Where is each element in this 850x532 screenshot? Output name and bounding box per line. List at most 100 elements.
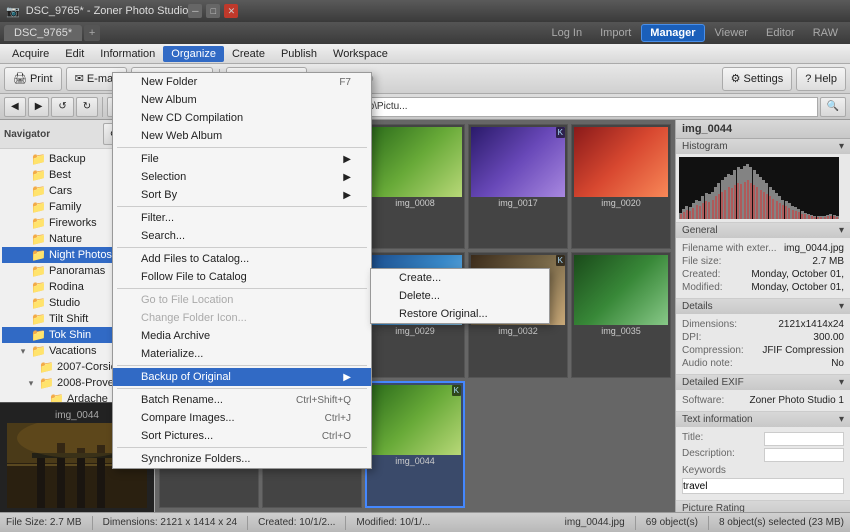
- photo-thumb-img_0017: [471, 127, 565, 197]
- submenu-item-create___[interactable]: Create...: [371, 269, 549, 287]
- context-menu-item-synchronize_folders___[interactable]: Synchronize Folders...: [113, 450, 371, 468]
- histogram-red-bar: [753, 185, 755, 219]
- photo-label-img_0035: img_0035: [574, 325, 668, 337]
- nav-fwd-button[interactable]: ▶: [28, 97, 50, 117]
- textinfo-expand-icon: ▾: [839, 414, 844, 425]
- submenu-arrow-icon: ▶: [343, 190, 351, 201]
- menu-acquire[interactable]: Acquire: [4, 46, 57, 62]
- manager-button[interactable]: Manager: [641, 24, 704, 42]
- keywords-input[interactable]: [682, 478, 844, 494]
- menu-edit[interactable]: Edit: [57, 46, 92, 62]
- raw-button[interactable]: RAW: [805, 25, 846, 41]
- tree-item-label: Cars: [49, 185, 72, 197]
- preview-label: img_0044: [53, 408, 101, 423]
- context-menu-item-new_album[interactable]: New Album: [113, 91, 371, 109]
- histogram-section: Histogram ▾: [676, 139, 850, 223]
- menu-publish[interactable]: Publish: [273, 46, 325, 62]
- histogram-red-bar: [776, 201, 778, 219]
- histogram-red-bar: [744, 182, 746, 219]
- context-menu-item-selection[interactable]: Selection▶: [113, 168, 371, 186]
- context-menu-item-sort_by[interactable]: Sort By▶: [113, 186, 371, 204]
- context-menu-item-sort_pictures___[interactable]: Sort Pictures...Ctrl+O: [113, 427, 371, 445]
- photo-cell-img_0035[interactable]: img_0035: [571, 252, 671, 377]
- context-menu-item-file[interactable]: File▶: [113, 150, 371, 168]
- context-menu-item-materialize___[interactable]: Materialize...: [113, 345, 371, 363]
- viewer-button[interactable]: Viewer: [707, 25, 756, 41]
- photo-thumb-img_0035: [574, 255, 668, 325]
- histogram-red-bar: [785, 206, 787, 219]
- folder-icon: 📁: [31, 216, 46, 230]
- help-button[interactable]: ? Help: [796, 67, 846, 91]
- context-menu-separator: [117, 147, 367, 148]
- histogram-expand-icon: ▾: [839, 141, 844, 152]
- histogram-red-bar: [692, 208, 694, 219]
- rotate-ccw-button[interactable]: ↺: [51, 97, 73, 117]
- title-input[interactable]: [764, 432, 844, 446]
- photo-cell-img_0017[interactable]: Kimg_0017: [468, 124, 568, 249]
- submenu: Create... Delete...Restore Original...: [370, 268, 550, 324]
- menu-information[interactable]: Information: [92, 46, 163, 62]
- submenu-item-restore_original___[interactable]: Restore Original...: [371, 305, 549, 323]
- photo-cell-img_0008[interactable]: img_0008: [365, 124, 465, 249]
- context-menu-item-label: Search...: [141, 230, 185, 242]
- histogram-header[interactable]: Histogram ▾: [676, 139, 850, 154]
- status-selected: 8 object(s) selected (23 MB): [719, 517, 844, 528]
- statusbar: File Size: 2.7 MB Dimensions: 2121 x 141…: [0, 512, 850, 532]
- textinfo-header[interactable]: Text information ▾: [676, 412, 850, 427]
- settings-button[interactable]: ⚙ Settings: [722, 67, 793, 91]
- new-tab-button[interactable]: +: [84, 25, 100, 41]
- description-input[interactable]: [764, 448, 844, 462]
- context-menu-item-batch_rename___[interactable]: Batch Rename...Ctrl+Shift+Q: [113, 391, 371, 409]
- menu-organize[interactable]: Organize: [163, 46, 224, 62]
- histogram-red-bar: [699, 206, 701, 219]
- histogram-red-bar: [686, 210, 688, 219]
- maximize-button[interactable]: □: [206, 4, 220, 18]
- context-menu-item-label: Batch Rename...: [141, 394, 223, 406]
- context-menu-item-compare_images___[interactable]: Compare Images...Ctrl+J: [113, 409, 371, 427]
- histogram-red-bar: [769, 196, 771, 219]
- filesize-row: File size: 2.7 MB: [682, 255, 844, 268]
- photo-label-img_0017: img_0017: [471, 197, 565, 209]
- rotate-cw-button[interactable]: ↻: [76, 97, 98, 117]
- photo-cell-img_0020[interactable]: img_0020: [571, 124, 671, 249]
- menu-create[interactable]: Create: [224, 46, 273, 62]
- context-menu-item-new_folder[interactable]: New FolderF7: [113, 73, 371, 91]
- photo-cell-img_0044[interactable]: Kimg_0044: [365, 381, 465, 508]
- histogram-red-bar: [724, 190, 726, 219]
- search-button[interactable]: 🔍: [820, 97, 846, 117]
- context-menu-item-go_to_file_location: Go to File Location: [113, 291, 371, 309]
- context-menu-item-follow_file_to_catalog[interactable]: Follow File to Catalog: [113, 268, 371, 286]
- folder-icon: 📁: [31, 248, 46, 262]
- context-menu-item-backup_of_original[interactable]: Backup of Original▶: [113, 368, 371, 386]
- nav-back-button[interactable]: ◀: [4, 97, 26, 117]
- exif-header[interactable]: Detailed EXIF ▾: [676, 375, 850, 390]
- general-header[interactable]: General ▾: [676, 223, 850, 238]
- editor-button[interactable]: Editor: [758, 25, 803, 41]
- login-button[interactable]: Log In: [544, 25, 591, 41]
- context-menu-item-add_files_to_catalog___[interactable]: Add Files to Catalog...: [113, 250, 371, 268]
- context-menu-item-new_cd_compilation[interactable]: New CD Compilation: [113, 109, 371, 127]
- general-expand-icon: ▾: [839, 225, 844, 236]
- file-tab[interactable]: DSC_9765*: [4, 25, 82, 41]
- submenu-item-delete___[interactable]: Delete...: [371, 287, 549, 305]
- context-menu-item-media_archive[interactable]: Media Archive: [113, 327, 371, 345]
- keywords-box: [682, 478, 844, 494]
- context-menu-item-label: Sort Pictures...: [141, 430, 213, 442]
- submenu-item-label: Create...: [399, 272, 441, 284]
- print-button[interactable]: 🖨 Print: [4, 67, 62, 91]
- status-filesize: File Size: 2.7 MB: [6, 517, 82, 528]
- menu-workspace[interactable]: Workspace: [325, 46, 396, 62]
- histogram-red-bar: [836, 217, 838, 219]
- status-sep3: [345, 516, 346, 530]
- import-button[interactable]: Import: [592, 25, 639, 41]
- menubar: Acquire Edit Information Organize Create…: [0, 44, 850, 64]
- status-sep5: [708, 516, 709, 530]
- minimize-button[interactable]: ─: [188, 4, 202, 18]
- details-header[interactable]: Details ▾: [676, 299, 850, 314]
- context-menu-item-search___[interactable]: Search...: [113, 227, 371, 245]
- context-menu-item-new_web_album[interactable]: New Web Album: [113, 127, 371, 145]
- status-sep2: [247, 516, 248, 530]
- context-menu-item-filter___[interactable]: Filter...: [113, 209, 371, 227]
- close-button[interactable]: ✕: [224, 4, 238, 18]
- rating-header[interactable]: Picture Rating: [676, 501, 850, 512]
